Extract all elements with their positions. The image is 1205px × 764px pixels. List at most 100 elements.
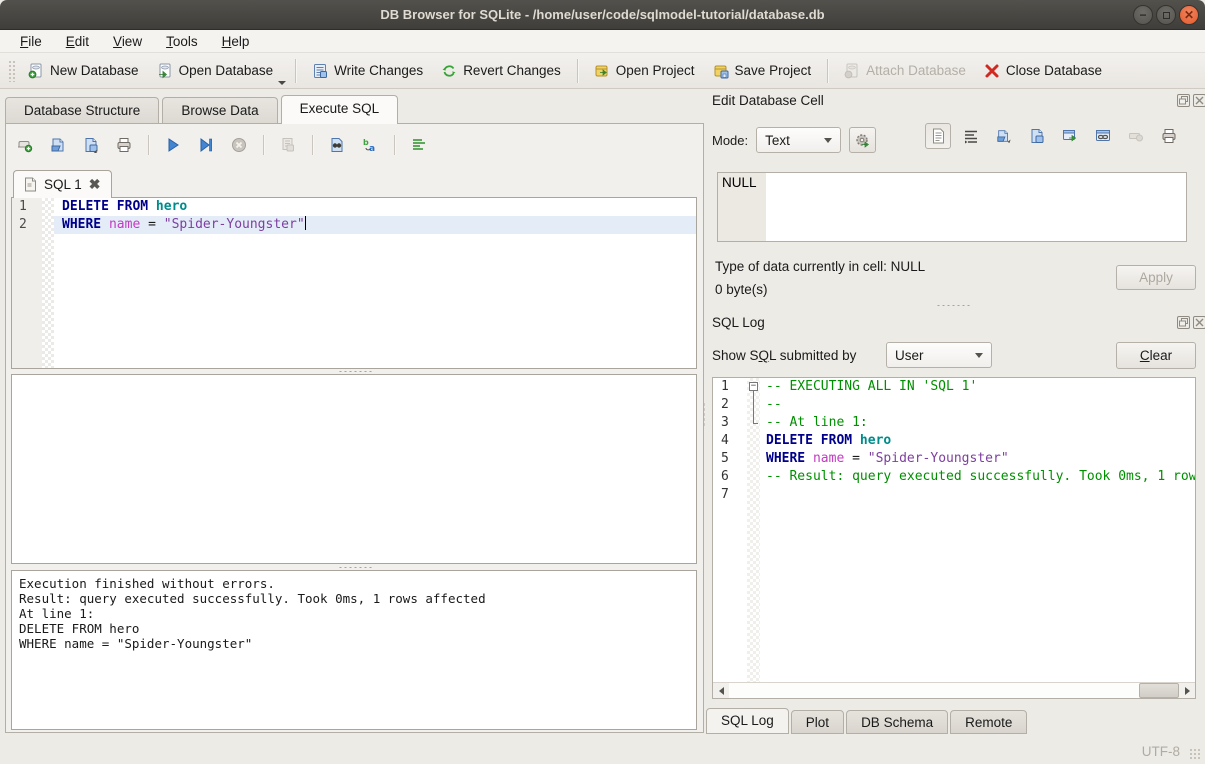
cell-value-editor[interactable]: NULL — [717, 172, 1187, 242]
message-line: DELETE FROM hero — [19, 621, 139, 636]
dock-float-button[interactable] — [1177, 94, 1190, 107]
toolbar-separator — [577, 59, 578, 83]
svg-text:a: a — [369, 144, 375, 153]
text-mode-toggle[interactable] — [925, 123, 951, 149]
chevron-down-icon — [824, 138, 832, 143]
log-filter-combobox[interactable]: User — [886, 342, 992, 368]
splitter-handle-dots — [338, 566, 372, 569]
tab-plot[interactable]: Plot — [791, 710, 844, 734]
execution-message-pane[interactable]: Execution finished without errors. Resul… — [11, 570, 697, 730]
title-bar[interactable]: DB Browser for SQLite - /home/user/code/… — [0, 0, 1205, 30]
tab-execute-sql[interactable]: Execute SQL — [281, 95, 399, 124]
log-filter-value: User — [895, 348, 924, 363]
dock-close-button[interactable] — [1193, 94, 1205, 107]
export-data-icon[interactable] — [1029, 128, 1045, 144]
sql-table-name: hero — [860, 433, 891, 448]
close-database-button[interactable]: Close Database — [975, 58, 1111, 84]
dock-float-button[interactable] — [1177, 316, 1190, 329]
line-number: 6 — [713, 468, 747, 486]
open-database-label: Open Database — [179, 63, 274, 78]
fold-collapse-marker[interactable]: − — [749, 382, 758, 391]
results-grid-pane[interactable] — [11, 374, 697, 564]
tab-database-structure[interactable]: Database Structure — [5, 97, 159, 124]
execute-current-line-button[interactable] — [195, 134, 217, 156]
mode-label: Mode: — [712, 133, 748, 148]
tab-remote[interactable]: Remote — [950, 710, 1027, 734]
dock-splitter[interactable] — [706, 302, 1200, 308]
save-project-label: Save Project — [735, 63, 812, 78]
menu-file[interactable]: File — [10, 32, 52, 51]
sql-log-viewer[interactable]: 1 2 3 4 5 6 7 − -- EXECUTING ALL IN 'SQL… — [712, 377, 1196, 699]
open-project-button[interactable]: Open Project — [585, 58, 704, 84]
menu-edit[interactable]: Edit — [56, 32, 99, 51]
sql-identifier: name — [109, 217, 140, 232]
sql-string: "Spider-Youngster" — [164, 217, 305, 232]
log-line-7 — [760, 486, 1195, 504]
maximize-button[interactable] — [1156, 5, 1176, 25]
open-database-button[interactable]: Open Database — [148, 58, 283, 84]
link-icon[interactable] — [1095, 128, 1111, 144]
code-line-2-current: WHERE name = "Spider-Youngster" — [54, 216, 696, 234]
edit-cell-dock-buttons — [1177, 94, 1205, 107]
maximize-icon — [1163, 12, 1170, 19]
dock-close-button[interactable] — [1193, 316, 1205, 329]
mode-combobox[interactable]: Text — [756, 127, 841, 153]
find-button[interactable] — [326, 134, 348, 156]
chevron-down-icon — [975, 353, 983, 358]
splitter-handle-dots — [338, 370, 372, 373]
revert-changes-button[interactable]: Revert Changes — [432, 58, 570, 84]
sql-string: "Spider-Youngster" — [868, 451, 1009, 466]
scroll-right-arrow[interactable] — [1179, 683, 1195, 698]
sql-code-editor[interactable]: 1 2 DELETE FROM hero WHERE name = "Spide… — [11, 197, 697, 369]
resize-grip[interactable] — [1189, 748, 1202, 761]
close-button[interactable]: ✕ — [1179, 5, 1199, 25]
scrollbar-thumb[interactable] — [1139, 683, 1179, 698]
stop-icon — [231, 137, 247, 153]
line-number: 1 — [713, 378, 747, 396]
scrollbar-track[interactable] — [729, 683, 1179, 698]
minimize-button[interactable]: − — [1133, 5, 1153, 25]
log-horizontal-scrollbar[interactable] — [713, 682, 1195, 698]
menu-help[interactable]: Help — [212, 32, 260, 51]
word-wrap-icon[interactable] — [963, 128, 979, 144]
format-sql-button[interactable] — [408, 134, 430, 156]
menu-tools[interactable]: Tools — [156, 32, 208, 51]
print-sql-button[interactable] — [113, 134, 135, 156]
tab-db-schema[interactable]: DB Schema — [846, 710, 948, 734]
toolbar-separator — [827, 59, 828, 83]
text-cursor — [305, 216, 306, 230]
editor-line-number-gutter: 1 2 — [12, 198, 42, 368]
auto-switch-mode-button[interactable] — [849, 127, 876, 153]
new-sql-tab-button[interactable] — [14, 134, 36, 156]
toolbar-drag-handle[interactable] — [8, 60, 15, 82]
new-database-button[interactable]: New Database — [19, 58, 148, 84]
execute-all-button[interactable] — [162, 134, 184, 156]
message-line: WHERE name = "Spider-Youngster" — [19, 636, 252, 651]
print-cell-icon[interactable] — [1161, 128, 1177, 144]
dock-tab-bar: SQL Log Plot DB Schema Remote — [706, 708, 1029, 734]
open-database-dropdown-arrow[interactable] — [278, 81, 286, 85]
window-title: DB Browser for SQLite - /home/user/code/… — [0, 0, 1085, 30]
save-project-icon — [713, 63, 729, 79]
new-database-icon — [28, 63, 44, 79]
save-project-button[interactable]: Save Project — [704, 58, 821, 84]
encoding-indicator: UTF-8 — [1142, 744, 1180, 759]
replace-button[interactable]: b a — [359, 134, 381, 156]
sql-editor-toolbar: b a — [14, 134, 430, 156]
scroll-left-arrow[interactable] — [713, 683, 729, 698]
save-sql-file-button[interactable] — [80, 134, 102, 156]
open-external-icon[interactable] — [1062, 128, 1078, 144]
write-changes-button[interactable]: Write Changes — [303, 58, 432, 84]
sql-tab-close-icon[interactable]: ✖ — [89, 176, 101, 193]
tab-browse-data[interactable]: Browse Data — [162, 97, 277, 124]
clear-log-button[interactable]: Clear — [1116, 342, 1196, 369]
sql-file-tab[interactable]: SQL 1 ✖ — [13, 170, 112, 198]
line-number: 1 — [12, 198, 42, 216]
tab-sql-log[interactable]: SQL Log — [706, 708, 789, 734]
toolbar-separator — [394, 135, 395, 155]
copy-results-button — [277, 134, 299, 156]
splitter-handle-dots — [936, 304, 970, 307]
import-data-icon[interactable] — [996, 128, 1012, 144]
open-sql-file-button[interactable] — [47, 134, 69, 156]
menu-view[interactable]: View — [103, 32, 152, 51]
